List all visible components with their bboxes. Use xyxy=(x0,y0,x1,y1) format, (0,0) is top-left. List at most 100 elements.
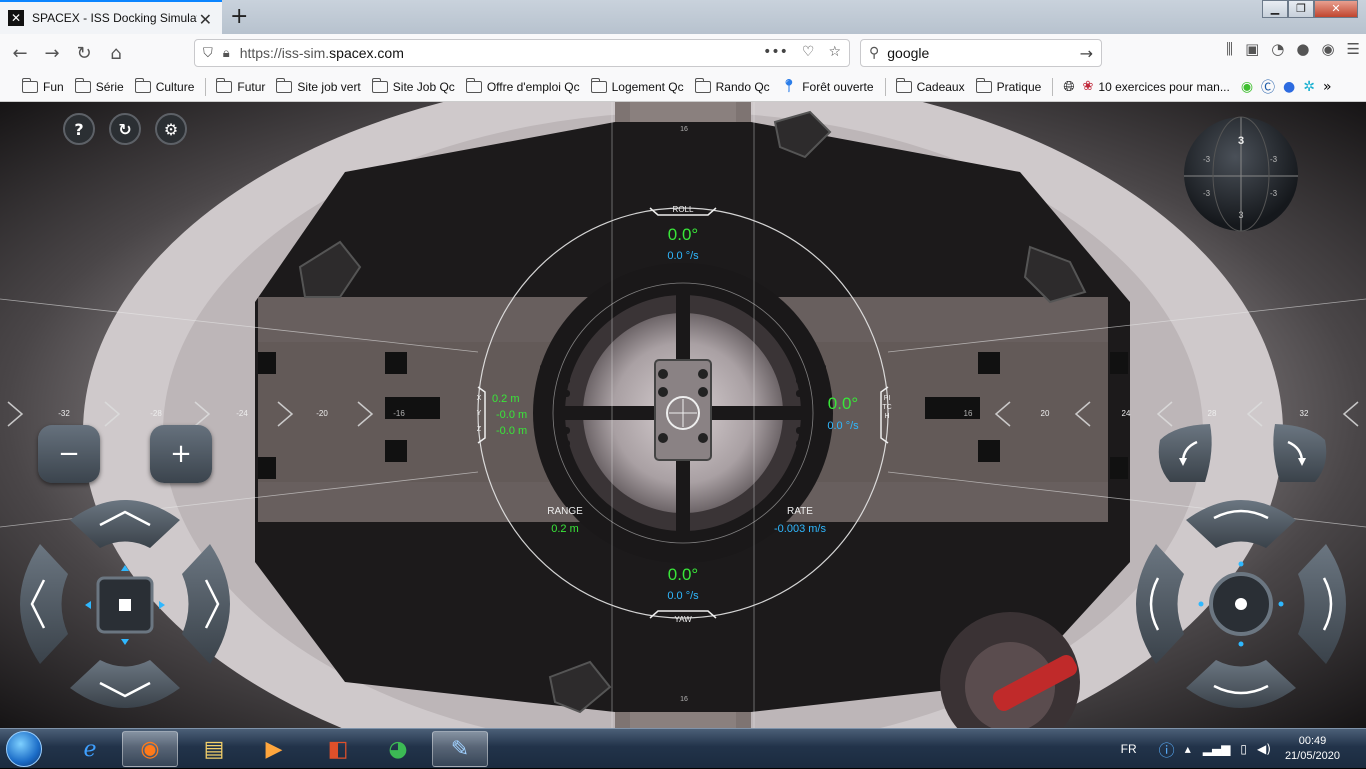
media-player-icon[interactable]: ▶ xyxy=(246,731,302,767)
restart-button[interactable]: ↻ xyxy=(109,113,141,145)
yaw-rate: 0.0 °/s xyxy=(667,590,699,602)
home-icon[interactable]: ⌂ xyxy=(100,37,132,69)
bookmark-label: Futur xyxy=(237,79,266,94)
clock[interactable]: 00:49 21/05/2020 xyxy=(1285,734,1340,764)
svg-text:3: 3 xyxy=(1238,135,1244,147)
scale-tick: -24 xyxy=(236,409,248,418)
translate-left-button[interactable] xyxy=(20,544,68,664)
sidebar-icon[interactable]: ▣ xyxy=(1245,40,1259,58)
start-button[interactable] xyxy=(6,731,42,767)
sync-icon[interactable]: ◔ xyxy=(1271,40,1284,58)
globe-icon[interactable]: 🌐︎ xyxy=(1063,79,1074,95)
menu-hamburger-icon[interactable]: ☰ xyxy=(1347,40,1360,58)
translate-down-button[interactable] xyxy=(70,660,180,708)
bookmark-pratique[interactable]: Pratique xyxy=(975,77,1041,94)
chrome-icon[interactable]: ◕ xyxy=(370,731,426,767)
bookmark-serie[interactable]: Série xyxy=(74,77,124,94)
pocket-icon[interactable]: ♡ xyxy=(802,44,815,60)
bookmark-rando-qc[interactable]: Rando Qc xyxy=(694,77,770,94)
pitch-down-button[interactable] xyxy=(1186,660,1296,708)
maximize-window-button[interactable]: ❐ xyxy=(1288,0,1314,18)
bookmark-foret-ouverte[interactable]: 📍︎ Forêt ouverte xyxy=(781,79,874,94)
scale-tick: 28 xyxy=(1207,409,1217,418)
bookmark-culture[interactable]: Culture xyxy=(134,77,194,94)
bookmark-offre-emploi-qc[interactable]: Offre d'emploi Qc xyxy=(465,77,580,94)
translate-forward-button[interactable]: + xyxy=(150,425,212,483)
translate-right-button[interactable] xyxy=(182,544,230,664)
bookmark-star-icon[interactable]: ☆ xyxy=(828,44,841,60)
bookmark-separator xyxy=(205,77,207,96)
scale-tick: -28 xyxy=(150,409,162,418)
account-icon[interactable]: ◉ xyxy=(1321,40,1334,58)
bookmark-site-job-qc[interactable]: Site Job Qc xyxy=(371,77,455,94)
snowflake-extension-icon[interactable]: ✲ xyxy=(1303,79,1315,95)
search-input[interactable]: google xyxy=(887,45,1079,61)
file-explorer-icon[interactable]: ▤ xyxy=(186,731,242,767)
yaw-right-button[interactable] xyxy=(1298,544,1346,664)
bookmark-label: 10 exercices pour man... xyxy=(1098,79,1230,94)
translate-backward-button[interactable]: − xyxy=(38,425,100,483)
help-button[interactable]: ? xyxy=(63,113,95,145)
back-arrow-icon[interactable]: ← xyxy=(4,37,36,69)
x-value: 0.2 m xyxy=(492,393,520,405)
firefox-icon[interactable]: ◉ xyxy=(122,731,178,767)
settings-button[interactable]: ⚙ xyxy=(155,113,187,145)
minus-icon: − xyxy=(58,439,80,469)
bookmark-fun[interactable]: Fun xyxy=(22,77,64,94)
pitch-up-button[interactable] xyxy=(1186,500,1296,548)
tab-close-icon[interactable]: ✕ xyxy=(199,10,212,29)
bookmark-site-job-vert[interactable]: Site job vert xyxy=(276,77,361,94)
docking-simulator-viewport[interactable]: 3 3 -3 -3 -3 -3 -32 -28 -24 -20 -16 16 2… xyxy=(0,102,1366,728)
svg-text:-3: -3 xyxy=(1270,189,1278,198)
translate-up-button[interactable] xyxy=(70,500,180,548)
bookmark-label: Offre d'emploi Qc xyxy=(486,79,580,94)
bookmark-label: Série xyxy=(95,79,124,94)
more-bookmarks-chevron-icon[interactable]: » xyxy=(1323,79,1332,95)
forward-arrow-icon[interactable]: → xyxy=(36,37,68,69)
show-hidden-icons-icon[interactable]: ▴ xyxy=(1185,742,1191,756)
pitch-label: PITCH xyxy=(882,395,892,420)
c-extension-icon[interactable]: Ⓒ xyxy=(1261,77,1275,97)
folder-icon xyxy=(22,77,38,93)
shield-icon[interactable]: ⛉ xyxy=(203,46,213,61)
bookmark-cadeaux[interactable]: Cadeaux xyxy=(895,77,965,94)
bookmarks-toolbar: Fun Série Culture Futur Site job vert Si… xyxy=(0,72,1366,102)
folder-icon xyxy=(694,77,711,93)
battery-icon[interactable]: ▯ xyxy=(1240,742,1247,756)
reload-icon[interactable]: ↻ xyxy=(68,37,100,69)
search-bar[interactable]: ⚲ google → xyxy=(860,39,1102,67)
network-signal-icon[interactable]: ▂▄▆ xyxy=(1203,742,1231,756)
dot-extension-icon[interactable]: ● xyxy=(1283,79,1295,95)
help-tray-icon[interactable]: ⓘ xyxy=(1159,737,1175,761)
vertical-scale-tick: 16 xyxy=(680,126,688,133)
search-go-arrow-icon[interactable]: → xyxy=(1080,44,1093,63)
language-indicator[interactable]: FR xyxy=(1121,742,1137,756)
page-actions-icon[interactable]: ••• xyxy=(763,44,788,60)
browser-tab[interactable]: ✕ SPACEX - ISS Docking Simulator ✕ xyxy=(0,0,222,34)
extension-icon[interactable]: ● xyxy=(1296,40,1309,58)
powerpoint-icon[interactable]: ◧ xyxy=(310,731,366,767)
z-axis-label: Z xyxy=(476,426,482,433)
face-extension-icon[interactable]: ◉ xyxy=(1241,79,1253,95)
roll-controls[interactable] xyxy=(1155,420,1330,488)
roll-rate: 0.0 °/s xyxy=(667,250,699,262)
paint-icon[interactable]: ✎ xyxy=(432,731,488,767)
bookmark-futur[interactable]: Futur xyxy=(216,77,266,94)
close-window-button[interactable]: ✕ xyxy=(1314,0,1358,18)
lock-icon[interactable]: 🔒︎ xyxy=(223,46,230,61)
bookmark-logement-qc[interactable]: Logement Qc xyxy=(590,77,684,94)
address-bar[interactable]: ⛉ 🔒︎ https://iss-sim.spacex.com ••• ♡ ☆ xyxy=(194,39,850,67)
minimize-window-button[interactable]: ▁ xyxy=(1262,0,1288,18)
url-text[interactable]: https://iss-sim.spacex.com xyxy=(240,45,404,61)
library-icon[interactable]: ⫼ xyxy=(1226,40,1233,58)
translation-dpad[interactable] xyxy=(10,490,240,718)
internet-explorer-icon[interactable]: ℯ xyxy=(62,731,118,767)
volume-icon[interactable]: ◀) xyxy=(1257,742,1271,756)
bookmark-exercices[interactable]: ❀ 10 exercices pour man... xyxy=(1083,79,1230,94)
folder-icon xyxy=(371,77,388,93)
rotation-dpad[interactable] xyxy=(1126,490,1356,718)
new-tab-plus-icon[interactable]: + xyxy=(230,4,248,29)
bookmark-label: Fun xyxy=(43,79,64,94)
yaw-left-button[interactable] xyxy=(1136,544,1184,664)
windows-taskbar: ℯ ◉ ▤ ▶ ◧ ◕ ✎ FR ⓘ ▴ ▂▄▆ ▯ ◀) 00:49 21/0… xyxy=(0,728,1366,768)
